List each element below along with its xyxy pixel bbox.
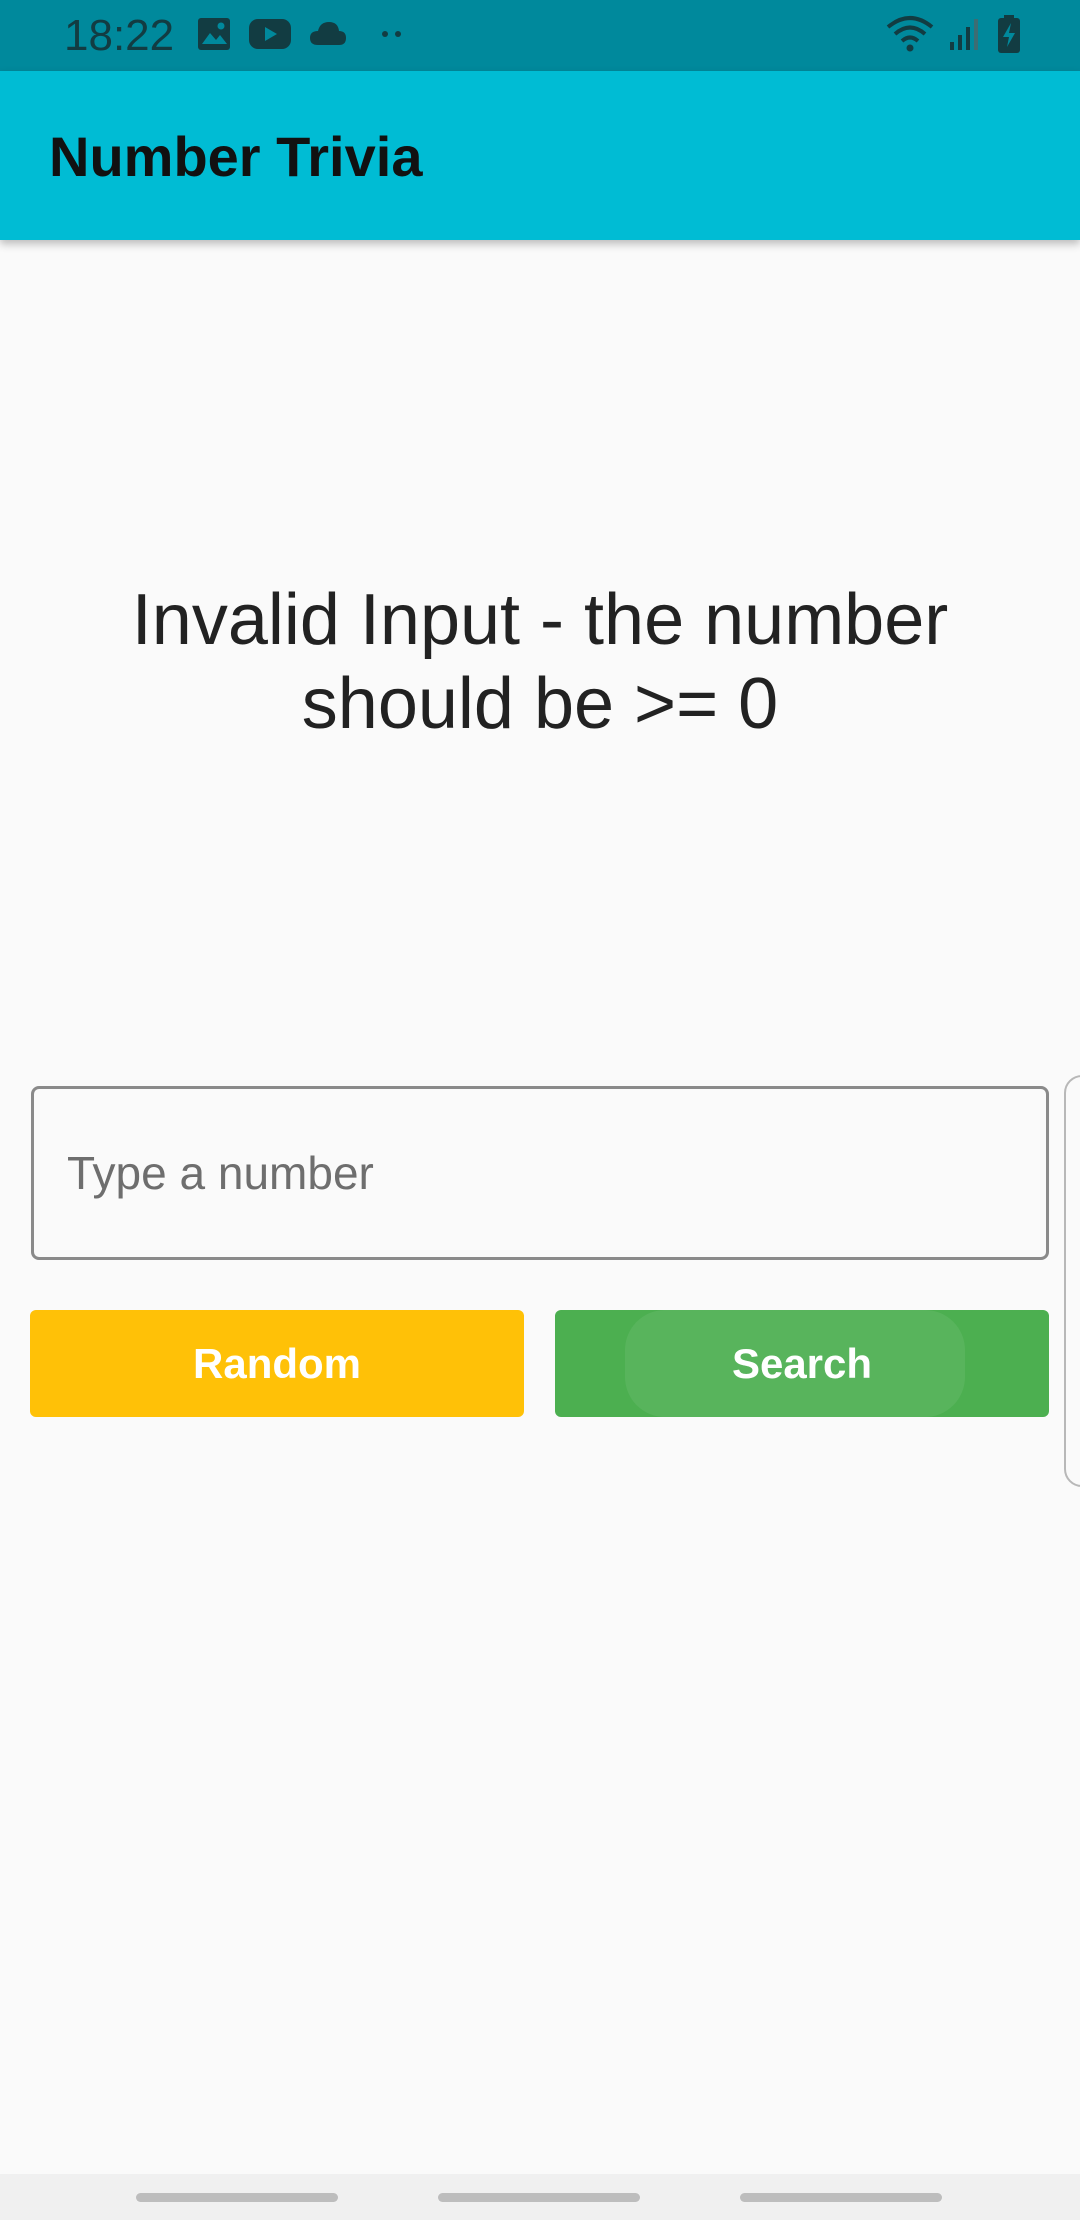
status-time: 18:22 [64,11,175,60]
edge-panel-handle[interactable] [1064,1075,1080,1487]
image-icon [196,16,232,52]
error-message: Invalid Input - the number should be >= … [90,578,990,746]
app-title: Number Trivia [49,125,423,188]
screen: 18:22 Number Trivia Invalid Input - the … [0,0,1080,2220]
status-icons-right [886,14,1022,54]
navigation-bar [0,2174,1080,2220]
error-message-line-2: should be >= 0 [301,664,779,744]
app-bar: Number Trivia [0,71,1080,240]
search-button-label: Search [731,1339,873,1387]
number-input[interactable] [34,1089,1046,1257]
random-button-label: Random [193,1339,361,1387]
nav-back-handle[interactable] [740,2193,942,2202]
random-button[interactable]: Random [30,1310,524,1417]
status-bar: 18:22 [0,0,1080,71]
search-button[interactable]: Search [555,1310,1049,1417]
nav-home-handle[interactable] [438,2193,640,2202]
signal-icon [948,16,982,52]
youtube-icon [248,17,292,51]
more-dots-icon [380,29,404,39]
cloud-icon [308,19,348,49]
nav-recents-handle[interactable] [136,2193,338,2202]
number-input-field[interactable] [31,1086,1049,1260]
battery-charging-icon [996,14,1022,54]
error-message-line-1: Invalid Input - the number [131,580,949,660]
wifi-icon [886,15,934,53]
status-icons-left [196,16,404,52]
